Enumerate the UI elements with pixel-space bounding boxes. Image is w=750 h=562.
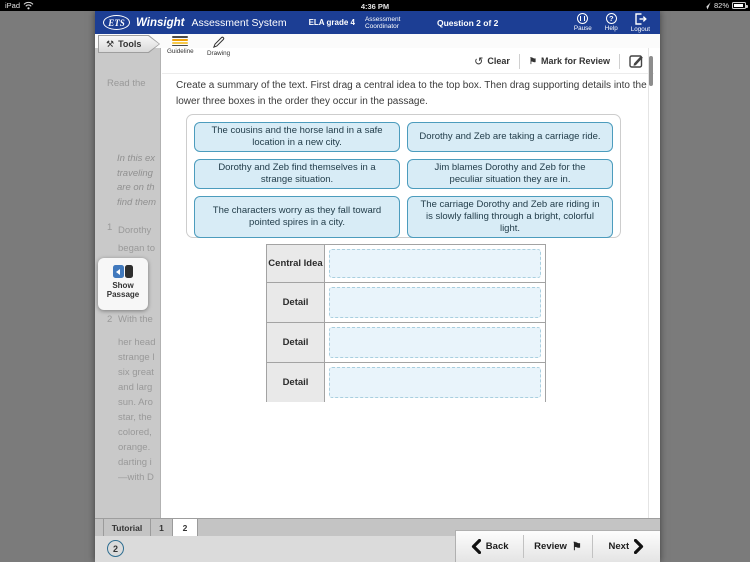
notes-button[interactable]	[629, 54, 644, 68]
clear-label: Clear	[487, 56, 510, 66]
mark-for-review-button[interactable]: ⚑ Mark for Review	[529, 56, 610, 67]
next-label: Next	[608, 541, 630, 552]
tools-icon: ⚒	[106, 38, 115, 49]
header-buttons: Pause ? Help Logout	[573, 12, 650, 33]
review-button[interactable]: Review ⚑	[524, 531, 591, 562]
guideline-tool[interactable]: Guideline	[167, 36, 194, 55]
show-passage-panel-icon	[112, 265, 134, 278]
scrollbar-track	[648, 48, 649, 518]
draggable-option[interactable]: Dorothy and Zeb find themselves in a str…	[194, 159, 400, 189]
draggable-option[interactable]: Dorothy and Zeb are taking a carriage ri…	[407, 122, 613, 152]
show-passage-button[interactable]: Show Passage	[98, 258, 148, 310]
draggable-option[interactable]: The carriage Dorothy and Zeb are riding …	[407, 196, 613, 238]
tools-label: Tools	[118, 39, 142, 49]
tab-2[interactable]: 2	[173, 519, 198, 536]
paragraph-1-lines: Dorothy began to	[118, 225, 155, 254]
summary-table: Central Idea Detail Detail Detail	[266, 244, 546, 402]
pause-button[interactable]: Pause	[573, 12, 592, 33]
status-bar: iPad 4:36 PM 82%	[0, 0, 750, 11]
mark-for-review-label: Mark for Review	[540, 56, 610, 66]
app-header: ETS Winsight Assessment System ELA grade…	[95, 11, 660, 34]
question-counter: Question 2 of 2	[436, 17, 499, 28]
help-button[interactable]: ? Help	[604, 12, 618, 33]
question-prompt: Create a summary of the text. First drag…	[176, 80, 647, 107]
answer-options-container: The cousins and the horse land in a safe…	[186, 114, 621, 238]
passage-intro-line: Read the	[107, 78, 146, 89]
guideline-label: Guideline	[167, 48, 194, 55]
ets-logo-text: ETS	[108, 17, 125, 28]
row-label: Detail	[267, 283, 325, 322]
passage-panel: Read the In this ex traveling are on th …	[95, 48, 160, 518]
review-toolbar: ↺ Clear ⚑ Mark for Review	[474, 52, 644, 70]
back-label: Back	[485, 541, 509, 552]
detail-drop-zone-2[interactable]	[329, 327, 541, 358]
central-idea-drop-zone[interactable]	[329, 249, 541, 278]
ipad-screen: iPad 4:36 PM 82% ETS Winsight Assessment…	[0, 0, 750, 562]
drawing-label: Drawing	[207, 50, 231, 57]
battery-icon	[732, 2, 748, 9]
clear-button[interactable]: ↺ Clear	[474, 55, 510, 68]
paragraph-2-lines: her head strange l six great and larg su…	[118, 337, 156, 483]
location-arrow-icon	[703, 2, 711, 9]
clock: 4:36 PM	[360, 1, 390, 11]
course-label: ELA grade 4	[308, 18, 355, 27]
draggable-option[interactable]: Jim blames Dorothy and Zeb for the pecul…	[407, 159, 613, 189]
tab-1[interactable]: 1	[151, 519, 173, 536]
tab-tutorial[interactable]: Tutorial	[103, 519, 151, 536]
logout-label: Logout	[630, 25, 650, 33]
logout-icon	[635, 12, 647, 25]
pause-icon	[577, 12, 589, 24]
table-row: Central Idea	[267, 245, 545, 282]
review-flag-icon: ⚑	[571, 541, 582, 553]
ets-logo: ETS	[103, 15, 130, 30]
paragraph-2-number: 2	[107, 314, 113, 325]
scrollbar-thumb[interactable]	[648, 56, 653, 86]
tools-toolbar: ⚒ Tools Guideline Drawing	[95, 34, 660, 57]
tools-tab[interactable]: ⚒ Tools	[98, 35, 160, 53]
paragraph-1-number: 1	[107, 222, 113, 233]
table-row: Detail	[267, 322, 545, 362]
detail-drop-zone-1[interactable]	[329, 287, 541, 318]
row-label: Central Idea	[267, 245, 325, 282]
role-label: Assessment Coordinator	[364, 15, 401, 30]
drawing-tool[interactable]: Drawing	[207, 36, 230, 57]
draggable-option[interactable]: The characters worry as they fall toward…	[194, 196, 400, 238]
product-name: Assessment System	[191, 16, 287, 29]
clear-icon: ↺	[474, 55, 484, 68]
guideline-icon	[172, 36, 189, 46]
help-label: Help	[604, 24, 618, 32]
review-row-divider	[162, 73, 654, 74]
app-window: ETS Winsight Assessment System ELA grade…	[95, 11, 660, 562]
page-indicator-badge: 2	[107, 540, 124, 557]
bottom-bar: 2 Back Review ⚑ Next	[95, 530, 660, 562]
question-content-panel: ↺ Clear ⚑ Mark for Review Create a summa…	[160, 48, 660, 518]
table-row: Detail	[267, 282, 545, 322]
pause-label: Pause	[573, 24, 592, 32]
detail-drop-zone-3[interactable]	[329, 367, 541, 398]
drawing-pencil-icon	[213, 36, 225, 48]
brand-name: Winsight	[136, 16, 185, 29]
next-button[interactable]: Next	[593, 531, 660, 562]
next-chevron-icon	[634, 539, 644, 554]
navigation-buttons: Back Review ⚑ Next	[455, 530, 660, 562]
review-label: Review	[534, 541, 567, 552]
divider	[518, 53, 520, 69]
table-row: Detail	[267, 362, 545, 402]
help-icon: ?	[605, 12, 617, 24]
divider	[619, 53, 620, 69]
row-label: Detail	[267, 323, 325, 362]
edit-icon	[629, 55, 643, 68]
show-passage-label: Show Passage	[106, 281, 140, 299]
passage-italic-lines: In this ex traveling are on th find them	[117, 153, 157, 208]
draggable-option[interactable]: The cousins and the horse land in a safe…	[194, 122, 400, 152]
back-button[interactable]: Back	[456, 531, 523, 562]
paragraph-2-first-line: With the	[118, 314, 153, 325]
back-chevron-icon	[471, 539, 481, 554]
row-label: Detail	[267, 363, 325, 402]
logout-button[interactable]: Logout	[630, 12, 650, 33]
battery-percent: 82%	[713, 1, 729, 10]
flag-icon: ⚑	[528, 55, 537, 66]
